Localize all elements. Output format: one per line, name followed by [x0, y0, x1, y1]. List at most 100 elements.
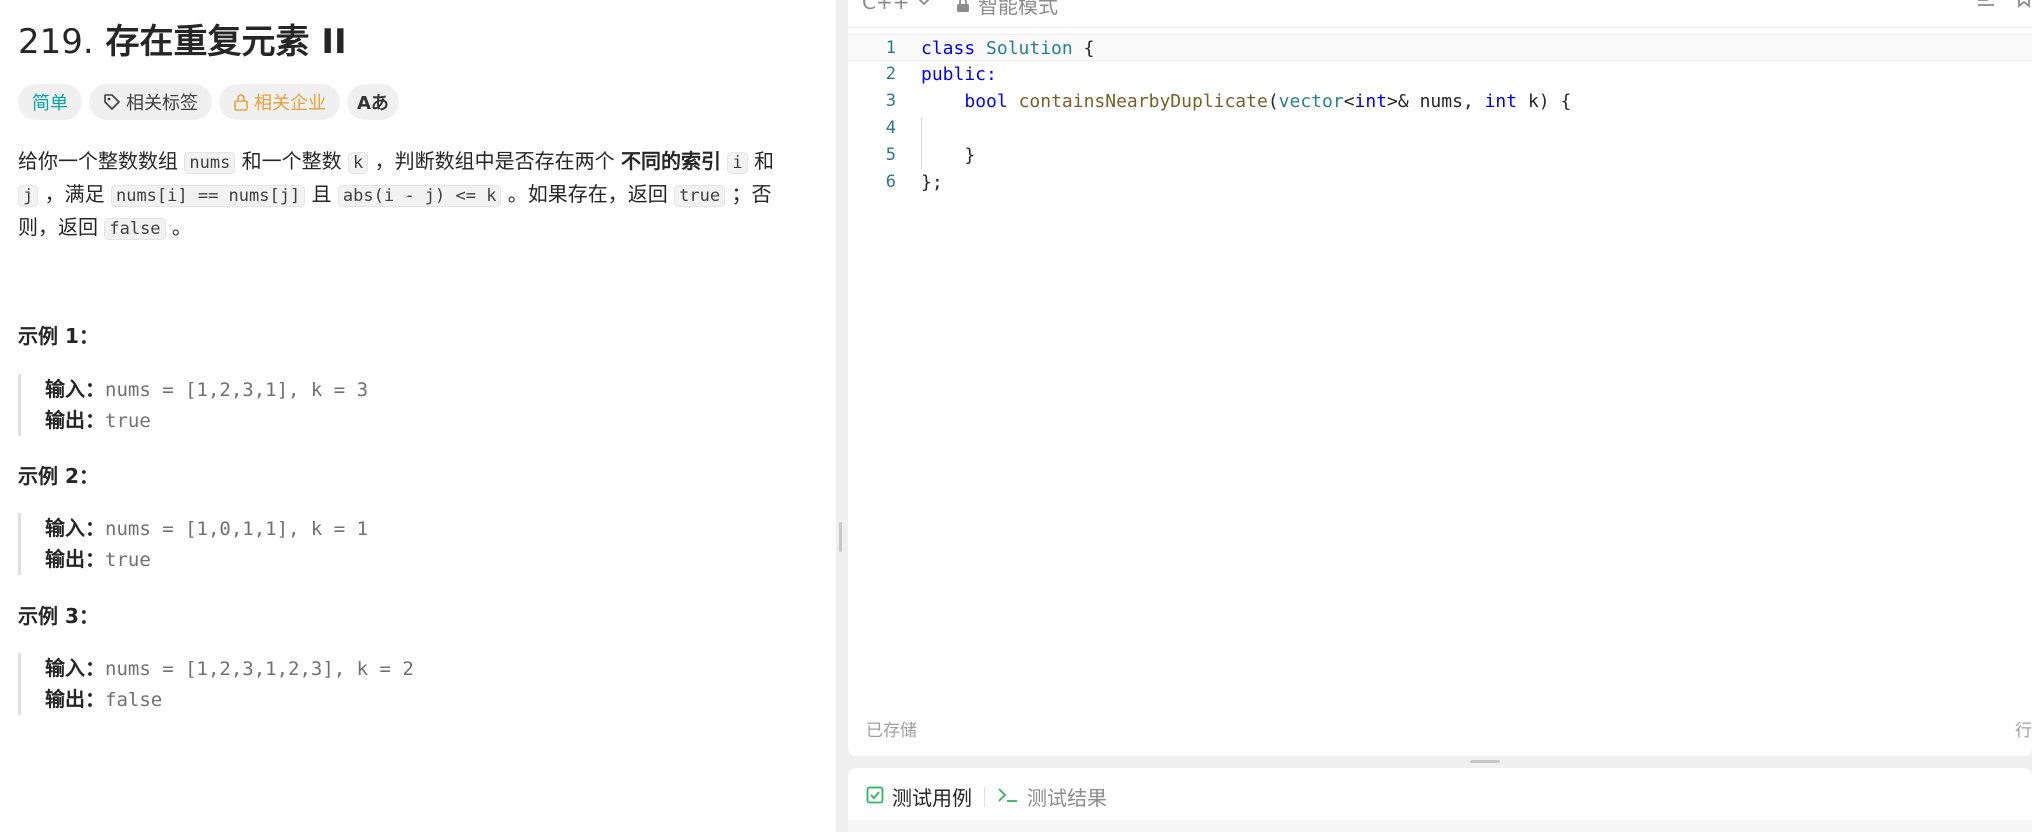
code-editor: C++ 智能模式 1 class Solution {2 public: 3 bool…: [848, 0, 2032, 756]
code-line[interactable]: 2 public:: [848, 61, 2032, 88]
output-label: 输出：: [45, 547, 105, 571]
tab-test-cases-label: 测试用例: [892, 786, 972, 810]
line-number: 3: [885, 91, 896, 111]
format-icon[interactable]: [1976, 0, 1996, 13]
saved-status: 已存储: [866, 721, 917, 741]
example-title: 示例 3：: [18, 604, 99, 628]
desc-text: 且: [305, 182, 338, 206]
related-tags-label: 相关标签: [126, 93, 198, 114]
desc-text: 和一个整数: [235, 149, 349, 173]
test-panel-body: [848, 820, 2032, 832]
mode-toggle[interactable]: 智能模式: [956, 0, 1058, 19]
code-token: & nums,: [1397, 91, 1485, 112]
example-output: true: [105, 410, 151, 432]
desc-text: 。: [165, 215, 192, 239]
desc-text: ，判断数组中是否存在两个: [368, 149, 621, 173]
language-label: C++: [862, 0, 910, 14]
chevron-down-icon: [917, 0, 931, 7]
related-companies-button[interactable]: 相关企业: [219, 84, 340, 120]
code-text: }: [921, 142, 975, 169]
tag-row: 简单 相关标签 相关企业 Aあ: [18, 84, 399, 120]
example-output: false: [105, 689, 163, 711]
code-token: containsNearbyDuplicate: [1018, 91, 1268, 112]
test-tabs: 测试用例 测试结果: [866, 782, 1107, 811]
lock-icon: [233, 93, 249, 111]
example-input: nums = [1,0,1,1], k = 1: [105, 518, 369, 540]
line-number: 6: [885, 172, 896, 192]
example-block: 输入：nums = [1,0,1,1], k = 1 输出：true: [18, 513, 368, 575]
code-text: public:: [921, 61, 997, 88]
page-title: 219. 存在重复元素 II: [18, 14, 347, 63]
tab-test-cases[interactable]: 测试用例: [866, 782, 972, 811]
input-label: 输入：: [45, 516, 105, 540]
tab-test-result[interactable]: 测试结果: [997, 782, 1107, 811]
problem-description: 给你一个整数数组 nums 和一个整数 k ，判断数组中是否存在两个 不同的索引…: [18, 146, 798, 245]
desc-code: true: [674, 185, 726, 207]
translate-button[interactable]: Aあ: [347, 84, 399, 120]
code-line[interactable]: 3 bool containsNearbyDuplicate(vector<in…: [848, 88, 2032, 115]
desc-code: nums[i] == nums[j]: [110, 185, 306, 207]
code-token: }: [921, 145, 976, 166]
code-token: Solution: [986, 38, 1073, 59]
editor-toolbar: C++ 智能模式: [848, 0, 2032, 28]
code-token: public:: [921, 64, 997, 85]
panel-resizer[interactable]: [836, 0, 846, 832]
code-token: bool: [964, 91, 1008, 112]
problem-name: 存在重复元素 II: [105, 22, 347, 62]
desc-text: 给你一个整数数组: [18, 149, 185, 173]
code-token: (: [1267, 91, 1279, 112]
tab-test-result-label: 测试结果: [1027, 786, 1107, 810]
code-line[interactable]: 6};: [848, 169, 2032, 196]
desc-code: i: [727, 152, 748, 174]
code-token: int: [1484, 91, 1518, 112]
tag-icon: [103, 93, 121, 111]
example-input: nums = [1,2,3,1,2,3], k = 2: [105, 658, 414, 680]
language-select[interactable]: C++: [862, 0, 931, 14]
code-token: <: [1343, 91, 1355, 112]
example-block: 输入：nums = [1,2,3,1], k = 3 输出：true: [18, 374, 368, 436]
problem-panel: 219. 存在重复元素 II 简单 相关标签 相关企业 Aあ 给你一个整数数组 …: [0, 0, 836, 832]
desc-code: k: [348, 152, 369, 174]
example-title: 示例 1：: [18, 324, 99, 348]
terminal-icon: [997, 785, 1019, 809]
problem-number: 219.: [18, 22, 94, 62]
example-output: true: [105, 549, 151, 571]
line-number: 4: [885, 118, 896, 138]
tab-divider: [984, 786, 985, 807]
desc-code: nums: [184, 152, 236, 174]
code-token: class: [921, 38, 976, 59]
code-line[interactable]: 5 }: [848, 142, 2032, 169]
code-area[interactable]: 1 class Solution {2 public: 3 bool contains…: [848, 34, 2032, 196]
desc-text: ，满足: [38, 182, 111, 206]
code-line[interactable]: 1 class Solution {: [848, 34, 2032, 61]
desc-code: j: [18, 185, 39, 207]
line-number: 1: [885, 38, 896, 58]
input-label: 输入：: [45, 656, 105, 680]
code-token: int: [1354, 91, 1388, 112]
desc-code: false: [104, 218, 166, 240]
editor-actions: [1976, 0, 2032, 12]
code-token: k) {: [1517, 91, 1572, 112]
code-token: vector: [1278, 91, 1344, 112]
vertical-resizer-grip[interactable]: [1470, 760, 1500, 763]
code-token: {: [1072, 38, 1095, 59]
desc-bold: 不同的索引: [621, 149, 721, 173]
code-token: };: [921, 172, 943, 193]
cursor-position: 行: [2015, 721, 2032, 741]
related-tags-button[interactable]: 相关标签: [89, 84, 212, 120]
desc-code: abs(i - j) <= k: [337, 185, 502, 207]
code-token: >: [1387, 91, 1398, 112]
line-number: 5: [885, 145, 896, 165]
code-line[interactable]: 4: [848, 115, 2032, 142]
code-text: };: [921, 169, 943, 196]
related-companies-label: 相关企业: [254, 93, 326, 114]
difficulty-label: 简单: [32, 93, 68, 114]
bookmark-icon[interactable]: [2016, 0, 2032, 13]
mode-label: 智能模式: [978, 0, 1058, 18]
difficulty-badge: 简单: [18, 84, 82, 120]
example-block: 输入：nums = [1,2,3,1,2,3], k = 2 输出：false: [18, 653, 414, 715]
resizer-grip-icon[interactable]: [839, 522, 842, 552]
